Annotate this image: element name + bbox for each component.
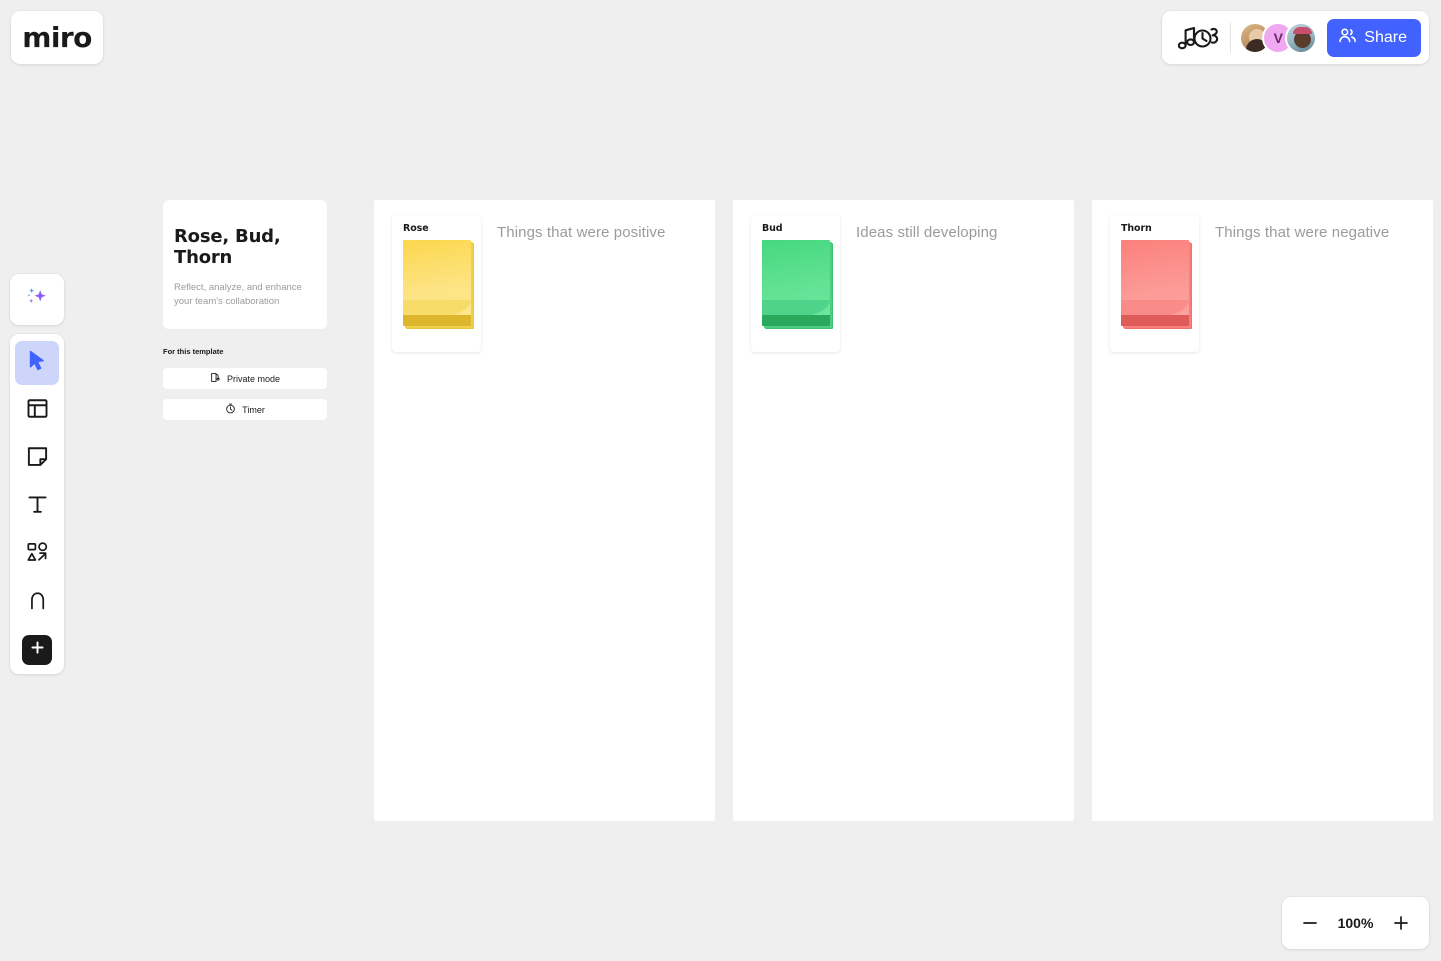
text-tool[interactable] (15, 485, 59, 529)
sticky-stack-card-thorn[interactable]: Thorn (1110, 215, 1199, 352)
sticky-note-stack (762, 240, 833, 330)
shapes-tool[interactable] (15, 533, 59, 577)
sticky-stack-card-bud[interactable]: Bud (751, 215, 840, 352)
private-mode-label: Private mode (226, 373, 281, 384)
toolbar-divider (1230, 22, 1232, 53)
pen-tool[interactable] (15, 581, 59, 625)
frame-description: Things that were negative (1215, 224, 1390, 241)
frame-rose[interactable]: Rose Things that were positive (374, 200, 715, 821)
more-apps-tool[interactable] (22, 635, 52, 665)
frame-description: Things that were positive (497, 224, 666, 241)
text-t-icon (26, 493, 49, 521)
template-tool[interactable] (15, 389, 59, 433)
template-info-card: Rose, Bud, Thorn Reflect, analyze, and e… (163, 200, 327, 329)
sticky-note-front (762, 240, 830, 326)
sticky-note-stack (403, 240, 474, 330)
share-button[interactable]: Share (1327, 18, 1421, 57)
stopwatch-icon (225, 403, 236, 416)
private-mode-button[interactable]: Private mode (163, 368, 327, 389)
frame-label: Bud (762, 223, 783, 234)
sticky-note-tool[interactable] (15, 437, 59, 481)
template-icon (26, 397, 49, 425)
collaborator-avatars: V (1239, 21, 1318, 54)
zoom-level-value[interactable]: 100% (1338, 915, 1374, 931)
timer-label: Timer (242, 404, 265, 415)
left-toolbar (10, 334, 64, 674)
sticky-shade (762, 315, 830, 326)
cursor-icon (25, 349, 49, 378)
share-button-label: Share (1364, 28, 1407, 46)
sticky-note-front (403, 240, 471, 326)
sticky-note-icon (26, 445, 49, 473)
zoom-out-button[interactable] (1298, 911, 1322, 935)
frame-bud[interactable]: Bud Ideas still developing (733, 200, 1074, 821)
curtain-icon (210, 372, 221, 385)
top-right-bar: V Share (1162, 11, 1429, 64)
people-icon (1338, 26, 1357, 50)
music-notes-icon[interactable] (1174, 21, 1224, 55)
avatar[interactable] (1285, 21, 1318, 54)
sticky-stack-card-rose[interactable]: Rose (392, 215, 481, 352)
miro-logo-text: miro (22, 20, 92, 54)
sticky-note-front (1121, 240, 1189, 326)
zoom-control: 100% (1282, 897, 1429, 949)
frame-thorn[interactable]: Thorn Things that were negative (1092, 200, 1433, 821)
frame-label: Thorn (1121, 223, 1152, 234)
frame-description: Ideas still developing (856, 224, 998, 241)
page-title: Rose, Bud, Thorn (174, 226, 281, 269)
ai-sparkle-tool[interactable] (10, 274, 64, 325)
sparkles-icon (23, 283, 51, 316)
plus-icon (30, 640, 45, 660)
miro-logo-card[interactable]: miro (11, 11, 103, 64)
pen-icon (26, 589, 49, 617)
sticky-shade (1121, 315, 1189, 326)
sticky-note-stack (1121, 240, 1192, 330)
miro-board-canvas[interactable]: miro V Share Rose, Bud, Thorn Reflect, a… (0, 0, 1441, 961)
for-this-template-label: For this template (163, 347, 224, 356)
zoom-in-button[interactable] (1389, 911, 1413, 935)
frame-label: Rose (403, 223, 429, 234)
timer-button[interactable]: Timer (163, 399, 327, 420)
select-tool[interactable] (15, 341, 59, 385)
sticky-shade (403, 315, 471, 326)
shapes-icon (26, 541, 49, 569)
template-subtitle: Reflect, analyze, and enhance your team'… (174, 282, 302, 307)
